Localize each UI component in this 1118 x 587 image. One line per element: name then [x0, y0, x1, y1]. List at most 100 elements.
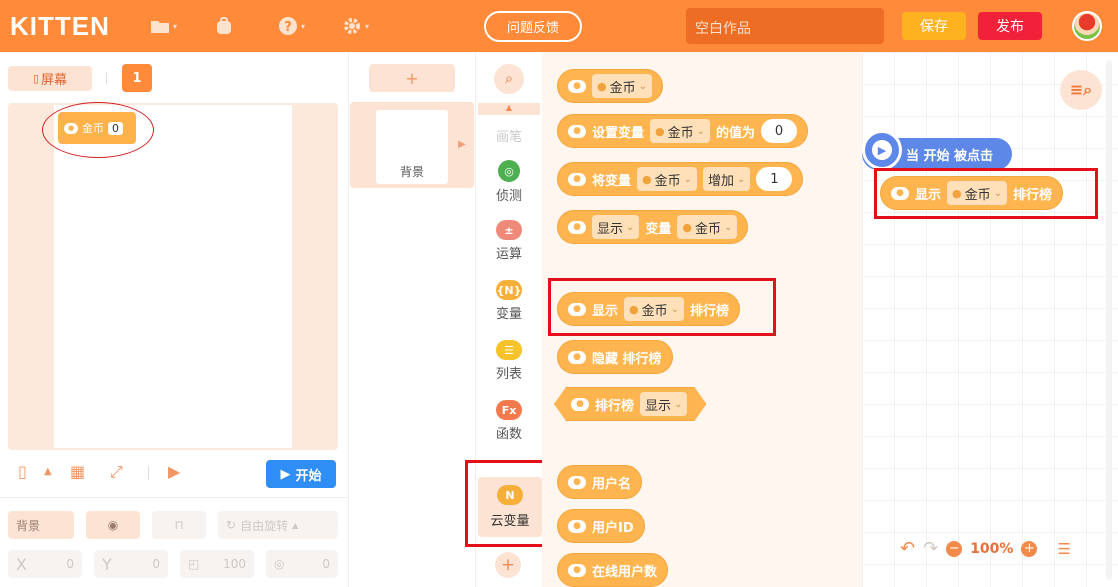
chevron-down-icon: ⌄ — [638, 80, 648, 92]
value-input[interactable]: 1 — [756, 167, 793, 191]
operation-dropdown[interactable]: 增加 ⌄ — [703, 167, 751, 191]
cloud-icon: ● — [568, 220, 586, 234]
cloud-icon: ● — [568, 79, 586, 93]
category-detect[interactable]: ◎ 侦测 — [478, 160, 540, 204]
cloud-variable-reporter-block[interactable]: ● ● 金币 ⌄ — [557, 69, 664, 103]
preview-button[interactable]: ▶ — [168, 462, 180, 481]
category-list[interactable]: ☰ 列表 — [478, 340, 540, 382]
category-pen[interactable]: 画笔 — [478, 126, 540, 145]
variable-dropdown[interactable]: ● 金币 ⌄ — [677, 215, 738, 239]
chevron-down-icon: ▾ — [301, 21, 306, 31]
variable-dropdown[interactable]: ● 金币 ⌄ — [637, 167, 698, 191]
dropdown-value: 金币 — [667, 125, 694, 141]
x-field[interactable]: X0 — [8, 550, 82, 578]
value-input[interactable]: 0 — [761, 119, 798, 143]
backpack-button[interactable] — [214, 14, 244, 38]
list-icon: ☰ — [496, 340, 522, 360]
fullscreen-button[interactable]: ⤢ — [110, 462, 123, 482]
category-function[interactable]: Fx 函数 — [478, 400, 540, 442]
hide-leaderboard-block[interactable]: ● 隐藏 排行榜 — [557, 340, 673, 374]
chevron-down-icon: ▾ — [173, 21, 178, 31]
background-thumbnail[interactable]: 背景 — [376, 110, 448, 184]
chevron-up-icon[interactable]: ▲ — [44, 466, 52, 477]
scroll-up-strip[interactable]: ▲ — [478, 103, 540, 115]
dropdown-value: 金币 — [654, 173, 681, 189]
user-id-block[interactable]: ● 用户ID — [557, 509, 645, 543]
rotation-mode-select[interactable]: ↻ 自由旋转 ▲ — [218, 511, 338, 539]
block-text: 将变量 — [592, 173, 632, 189]
category-label: 列表 — [495, 367, 522, 382]
feedback-button[interactable]: 问题反馈 — [484, 11, 582, 42]
block-text: 隐藏 排行榜 — [592, 351, 662, 367]
project-name-input[interactable]: 空白作品 — [686, 8, 884, 44]
cloud-icon: ● — [568, 172, 586, 186]
sprite-name-field[interactable]: 背景 — [8, 511, 74, 539]
chevron-up-icon: ▲ — [505, 103, 513, 112]
y-field[interactable]: Y0 — [94, 550, 168, 578]
block-text: 用户名 — [592, 476, 632, 492]
code-workspace[interactable] — [862, 52, 1118, 587]
x-value: 0 — [66, 557, 74, 571]
show-hide-dropdown[interactable]: 显示 ⌄ — [592, 215, 640, 239]
highlight-circle — [42, 102, 154, 158]
online-users-block[interactable]: ● 在线用户数 — [557, 553, 669, 587]
save-button[interactable]: 保存 — [902, 12, 966, 40]
leaderboard-option-dropdown[interactable]: 显示 ⌄ — [640, 392, 687, 416]
block-search-button[interactable]: ≡⌕ — [1060, 70, 1102, 110]
x-label: X — [16, 554, 27, 574]
backpack-icon — [217, 17, 231, 34]
highlight-box — [548, 278, 776, 336]
avatar[interactable] — [1072, 11, 1102, 41]
screen-button[interactable]: ▯ 屏幕 — [8, 66, 92, 91]
lock-toggle[interactable]: ⊓ — [152, 511, 206, 539]
variable-dropdown[interactable]: ● 金币 ⌄ — [650, 119, 711, 143]
block-text: 排行榜 — [595, 398, 635, 414]
divider — [106, 72, 107, 84]
add-extension-button[interactable]: + — [495, 552, 521, 578]
gear-icon — [344, 18, 360, 34]
person-icon: ● — [655, 124, 665, 138]
screen-number-tab[interactable]: 1 — [122, 64, 152, 92]
start-button[interactable]: ▶ 开始 — [266, 460, 336, 488]
change-variable-block[interactable]: ● 将变量 ● 金币 ⌄ 增加 ⌄ 1 — [557, 162, 804, 196]
cloud-icon: ● — [568, 124, 586, 138]
app-logo: KITTEN — [10, 11, 110, 41]
size-field[interactable]: ◰ 100 — [180, 550, 254, 578]
publish-button[interactable]: 发布 — [978, 12, 1042, 40]
zoom-in-icon[interactable]: + — [1021, 540, 1038, 557]
username-block[interactable]: ● 用户名 — [557, 465, 643, 499]
visibility-toggle[interactable]: ◉ — [86, 511, 140, 539]
zoom-controls: ↶ ↷ − 100% + ☰ — [900, 538, 1071, 559]
grid-button[interactable]: ▦ — [70, 462, 85, 481]
direction-field[interactable]: ◎ 0 — [266, 550, 338, 578]
block-text: 变量 — [645, 221, 672, 237]
chevron-right-icon[interactable]: ▶ — [458, 139, 466, 150]
undo-icon[interactable]: ↶ — [900, 538, 915, 559]
cloud-icon: ● — [571, 398, 589, 411]
settings-menu-button[interactable]: ▾ — [342, 14, 372, 38]
block-text: 用户ID — [592, 520, 634, 536]
workspace-scrollbar[interactable] — [1106, 60, 1112, 580]
function-icon: Fx — [496, 400, 522, 420]
y-value: 0 — [152, 557, 160, 571]
folder-menu-button[interactable]: ▾ — [150, 14, 180, 38]
divider — [148, 466, 149, 480]
category-math[interactable]: ± 运算 — [478, 220, 540, 262]
highlight-box — [465, 460, 553, 547]
category-label: 画笔 — [495, 130, 522, 145]
redo-icon[interactable]: ↷ — [923, 538, 938, 559]
leaderboard-reporter-block[interactable]: ● 排行榜 显示 ⌄ — [554, 387, 706, 421]
stage-size-button[interactable]: ▯ — [18, 462, 27, 481]
arrange-icon[interactable]: ☰ — [1057, 540, 1070, 558]
help-menu-button[interactable]: ? ▾ — [278, 14, 308, 38]
show-variable-block[interactable]: ● 显示 ⌄ 变量 ● 金币 ⌄ — [557, 210, 749, 244]
block-text: 在线用户数 — [592, 564, 658, 580]
zoom-out-icon[interactable]: − — [946, 540, 963, 557]
search-button[interactable]: ⌕ — [494, 64, 524, 94]
variable-dropdown[interactable]: ● 金币 ⌄ — [592, 74, 653, 98]
category-variable[interactable]: {N} 变量 — [478, 280, 540, 322]
set-variable-block[interactable]: ● 设置变量 ● 金币 ⌄ 的值为 0 — [557, 114, 809, 148]
add-sprite-button[interactable]: + — [369, 64, 455, 92]
dropdown-value: 显示 — [645, 398, 672, 414]
block-text: 设置变量 — [592, 125, 645, 141]
